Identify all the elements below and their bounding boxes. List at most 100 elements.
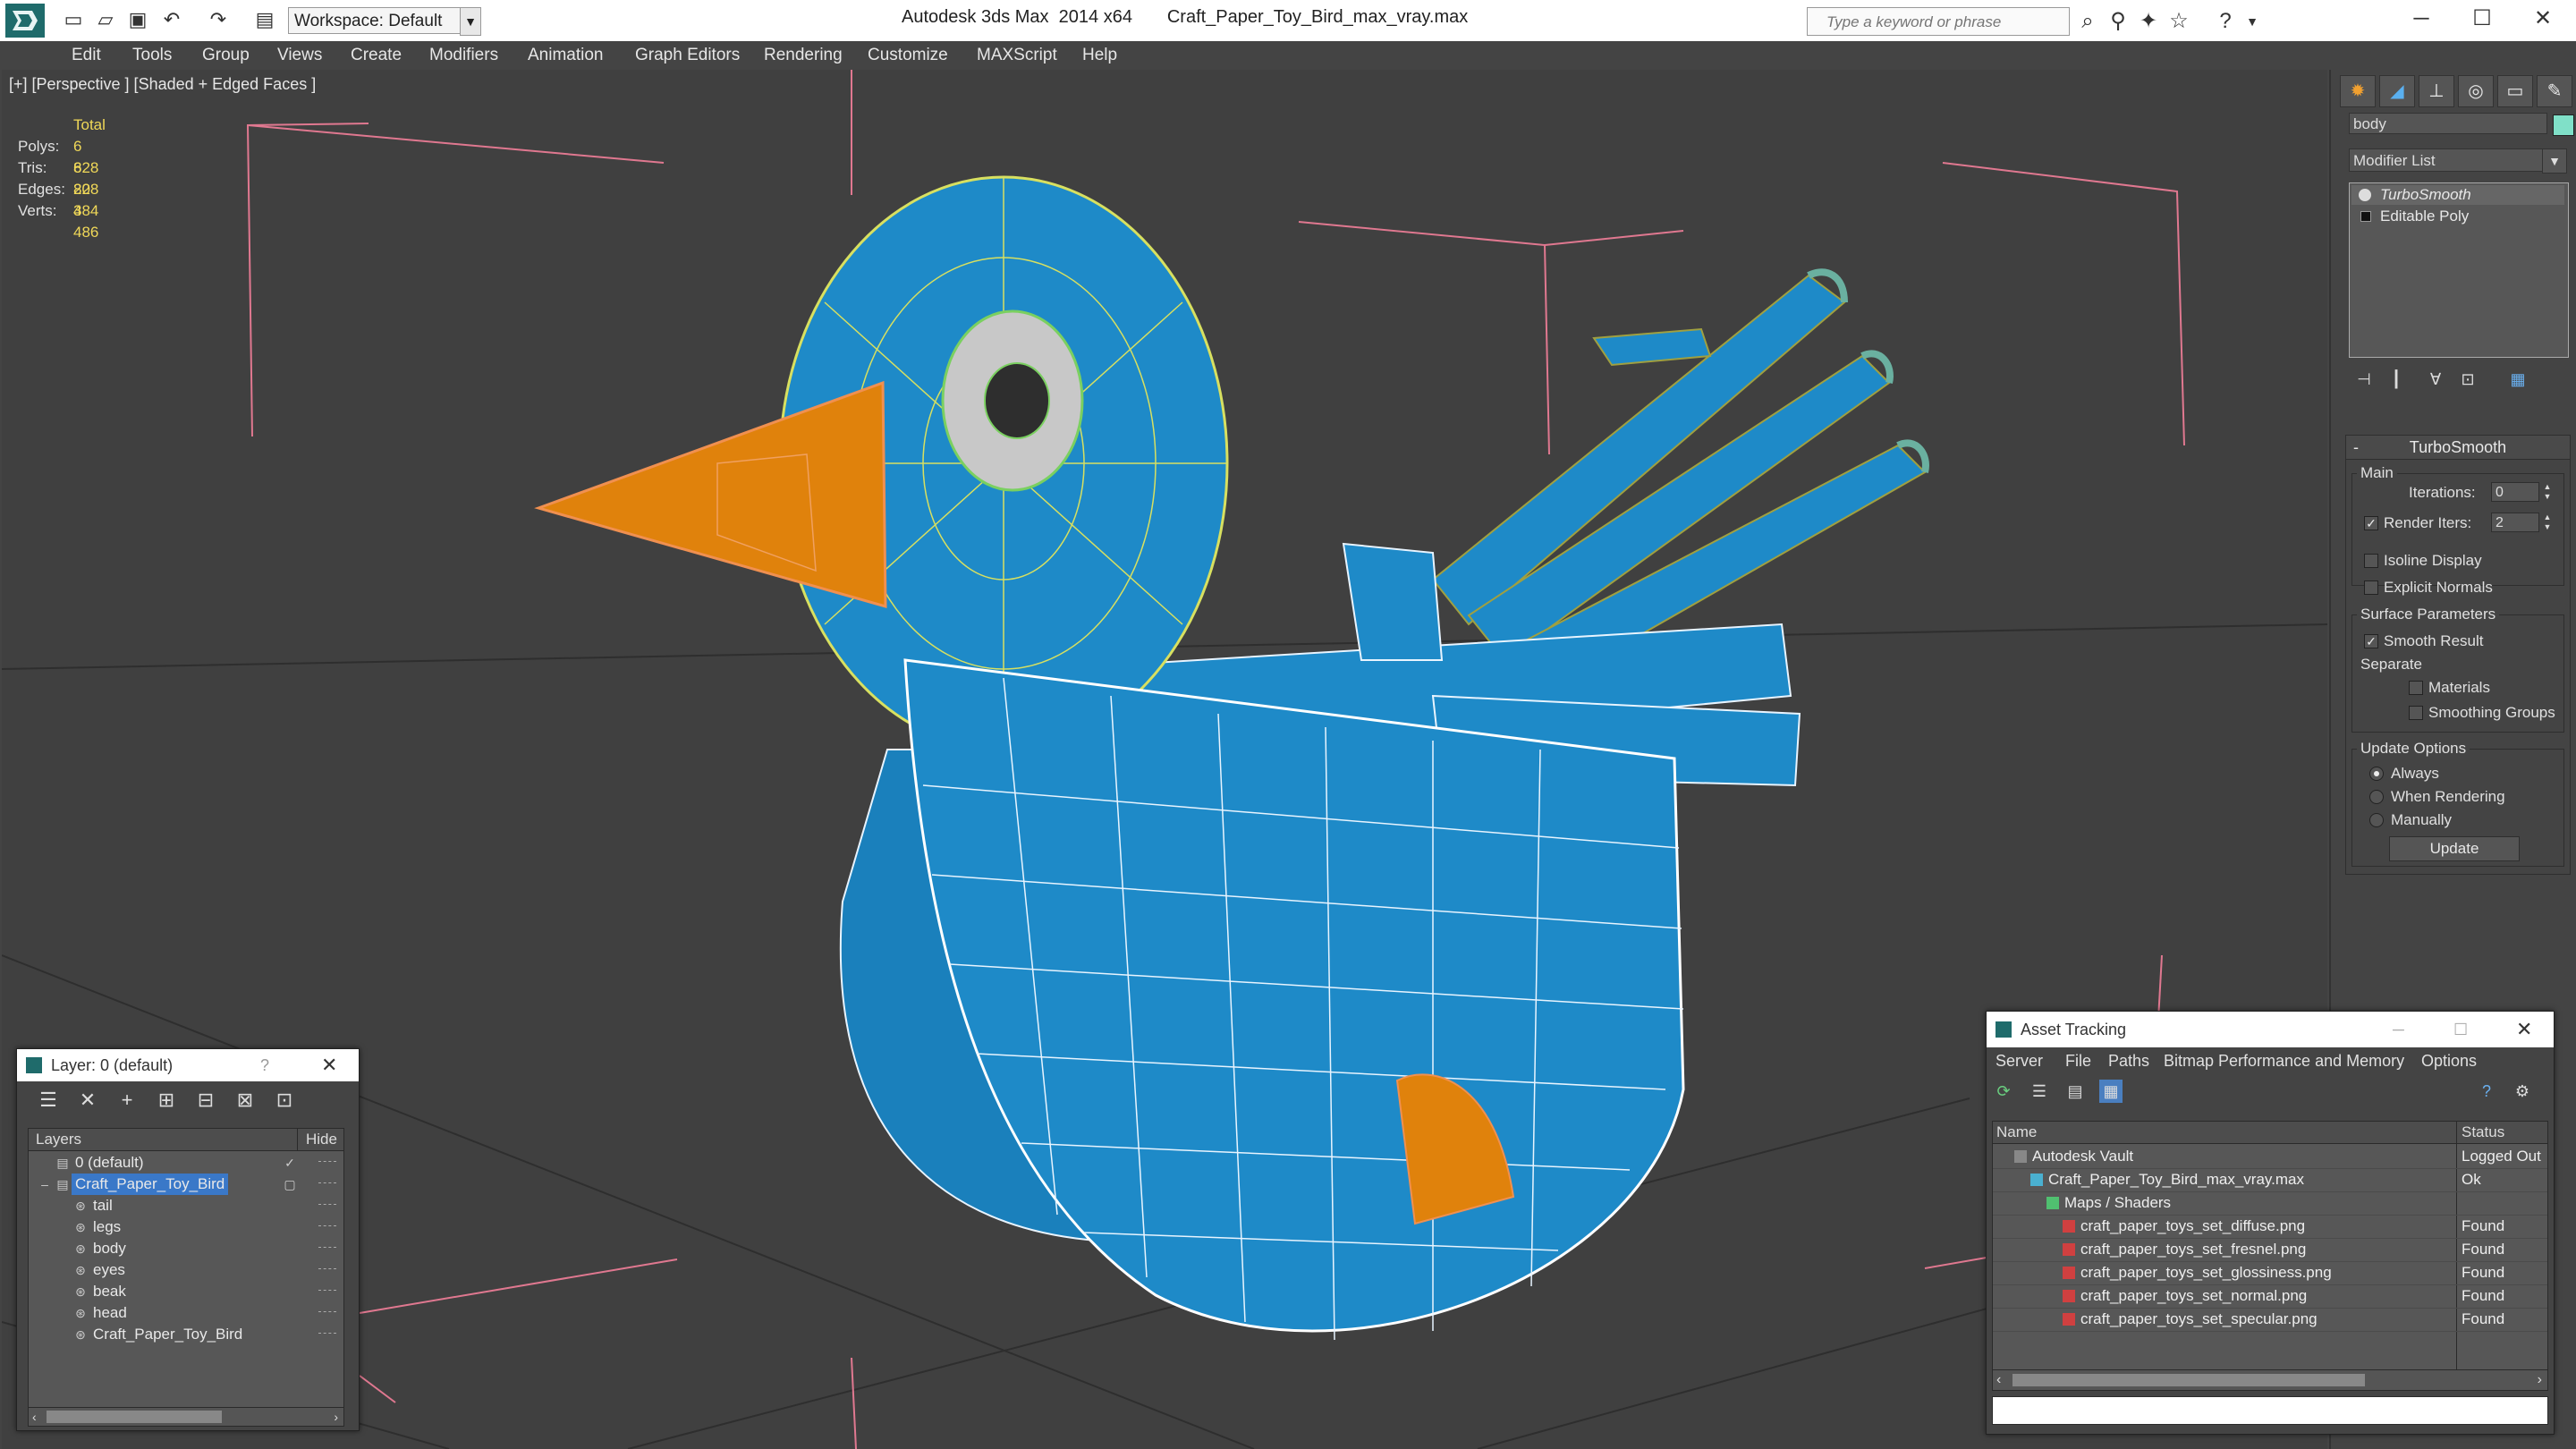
hierarchy-tab-icon[interactable]: ⊥ <box>2419 75 2454 107</box>
object-color-swatch[interactable] <box>2553 114 2574 136</box>
show-end-result-icon[interactable]: ┃ <box>2383 367 2410 392</box>
col-status[interactable]: Status <box>2462 1122 2504 1143</box>
scroll-left-icon[interactable]: ‹ <box>32 1408 37 1426</box>
scrollbar-thumb[interactable] <box>47 1411 222 1423</box>
scrollbar-thumb[interactable] <box>2012 1374 2365 1386</box>
minimize-icon[interactable]: ─ <box>2392 0 2451 38</box>
list-view-icon[interactable]: ☰ <box>2028 1080 2051 1103</box>
hide-all-icon[interactable]: ⊡ <box>271 1089 298 1112</box>
hide-toggle[interactable] <box>318 1268 336 1272</box>
menu-graph-editors[interactable]: Graph Editors <box>635 41 740 70</box>
pin-stack-icon[interactable]: ⊣ <box>2351 367 2377 392</box>
layer-row[interactable]: – ▤ Craft_Paper_Toy_Bird ▢ <box>29 1174 343 1195</box>
subscription-icon[interactable]: ⚲ <box>2106 9 2131 34</box>
motion-tab-icon[interactable]: ◎ <box>2458 75 2494 107</box>
chevron-down-icon[interactable]: ▼ <box>460 7 481 36</box>
layer-row[interactable]: ▤ 0 (default) ✓ <box>29 1152 343 1174</box>
iterations-spinner[interactable]: 0 <box>2491 482 2539 502</box>
asset-row[interactable]: Maps / Shaders <box>1993 1191 2547 1216</box>
hide-toggle[interactable] <box>318 1225 336 1229</box>
render-iters-spinner[interactable]: 2 <box>2491 513 2539 532</box>
materials-checkbox[interactable] <box>2409 681 2423 695</box>
layer-row[interactable]: ⊛ eyes <box>29 1259 343 1281</box>
isoline-display-checkbox[interactable] <box>2364 554 2378 568</box>
close-icon[interactable]: ✕ <box>2513 0 2572 38</box>
asset-row[interactable]: craft_paper_toys_set_diffuse.png Found <box>1993 1215 2547 1239</box>
hide-toggle[interactable] <box>318 1182 336 1186</box>
menu-file[interactable]: File <box>2065 1047 2091 1074</box>
menu-rendering[interactable]: Rendering <box>764 41 843 70</box>
hide-toggle[interactable] <box>318 1204 336 1208</box>
collapse-icon[interactable]: - <box>2353 436 2359 459</box>
minimize-icon[interactable]: ─ <box>2393 1012 2404 1047</box>
menu-create[interactable]: Create <box>351 41 402 70</box>
col-layers[interactable]: Layers <box>36 1129 81 1150</box>
create-tab-icon[interactable]: ✹ <box>2340 75 2376 107</box>
save-file-icon[interactable]: ▣ <box>127 8 148 30</box>
layer-row[interactable]: ⊛ tail <box>29 1195 343 1216</box>
help-icon[interactable]: ? <box>2475 1080 2498 1103</box>
maximize-icon[interactable]: ☐ <box>2453 0 2512 38</box>
display-tab-icon[interactable]: ▭ <box>2497 75 2533 107</box>
project-folder-icon[interactable]: ▤ <box>254 8 275 30</box>
update-button[interactable]: Update <box>2389 836 2520 861</box>
viewport-label[interactable]: [+] [Perspective ] [Shaded + Edged Faces… <box>9 75 316 94</box>
asset-row[interactable]: Craft_Paper_Toy_Bird_max_vray.max Ok <box>1993 1168 2547 1192</box>
table-view-icon[interactable]: ▦ <box>2099 1080 2123 1103</box>
menu-edit[interactable]: Edit <box>72 41 101 70</box>
spinner-arrows-icon[interactable]: ▲ ▼ <box>2541 513 2554 532</box>
asset-row[interactable]: craft_paper_toys_set_fresnel.png Found <box>1993 1238 2547 1262</box>
modifier-list-select[interactable]: Modifier List <box>2349 148 2560 172</box>
hide-toggle[interactable] <box>318 1333 336 1336</box>
menu-server[interactable]: Server <box>1996 1047 2043 1074</box>
add-layer-icon[interactable]: + <box>114 1089 140 1112</box>
menu-group[interactable]: Group <box>202 41 250 70</box>
when-rendering-radio[interactable] <box>2369 790 2384 804</box>
scroll-right-icon[interactable]: › <box>2538 1370 2542 1390</box>
menu-help[interactable]: Help <box>1082 41 1117 70</box>
layer-row[interactable]: ⊛ body <box>29 1238 343 1259</box>
utilities-tab-icon[interactable]: ✎ <box>2537 75 2572 107</box>
layer-row[interactable]: ⊛ legs <box>29 1216 343 1238</box>
menu-views[interactable]: Views <box>277 41 322 70</box>
refresh-icon[interactable]: ⟳ <box>1992 1080 2015 1103</box>
configure-modifier-sets-icon[interactable]: ▦ <box>2504 367 2531 392</box>
menu-paths[interactable]: Paths <box>2108 1047 2149 1074</box>
layer-window-titlebar[interactable]: Layer: 0 (default) ? ✕ <box>17 1049 359 1081</box>
new-file-icon[interactable]: ▭ <box>63 8 84 30</box>
asset-path-field[interactable] <box>1992 1396 2548 1425</box>
app-logo-icon[interactable] <box>5 4 45 38</box>
make-unique-icon[interactable]: ∀ <box>2422 367 2449 392</box>
rollout-title[interactable]: TurboSmooth <box>2346 436 2570 460</box>
search-input[interactable] <box>1825 9 2070 36</box>
help-icon[interactable]: ? <box>2213 9 2238 34</box>
stack-item-editable-poly[interactable]: Editable Poly <box>2351 207 2564 226</box>
close-icon[interactable]: ✕ <box>321 1049 337 1081</box>
current-layer-icon[interactable]: ▢ <box>283 1177 297 1191</box>
asset-row[interactable]: craft_paper_toys_set_normal.png Found <box>1993 1284 2547 1309</box>
always-radio[interactable] <box>2369 767 2384 781</box>
settings-icon[interactable]: ⚙ <box>2511 1080 2534 1103</box>
asset-window-titlebar[interactable]: Asset Tracking ─ ☐ ✕ <box>1987 1012 2554 1047</box>
manually-radio[interactable] <box>2369 813 2384 827</box>
lightbulb-icon[interactable] <box>2359 189 2371 201</box>
hide-toggle[interactable] <box>318 1161 336 1165</box>
menu-options[interactable]: Options <box>2421 1047 2477 1074</box>
smoothing-groups-checkbox[interactable] <box>2409 706 2423 720</box>
col-name[interactable]: Name <box>1996 1122 2037 1143</box>
chevron-down-icon[interactable]: ▼ <box>2542 148 2567 174</box>
menu-animation[interactable]: Animation <box>528 41 604 70</box>
workspace-select[interactable]: Workspace: Default <box>288 7 467 34</box>
select-objects-icon[interactable]: ⊟ <box>192 1089 219 1112</box>
asset-row[interactable]: craft_paper_toys_set_specular.png Found <box>1993 1308 2547 1332</box>
spinner-arrows-icon[interactable]: ▲ ▼ <box>2541 482 2554 502</box>
stack-item-turbosmooth[interactable]: TurboSmooth <box>2351 185 2564 205</box>
layer-row[interactable]: ⊛ beak <box>29 1281 343 1302</box>
delete-icon[interactable]: ✕ <box>74 1089 101 1112</box>
menu-bitmap-performance[interactable]: Bitmap Performance and Memory <box>2164 1047 2404 1074</box>
maximize-icon[interactable]: ☐ <box>2453 1012 2468 1047</box>
menu-tools[interactable]: Tools <box>132 41 172 70</box>
explicit-normals-checkbox[interactable] <box>2364 580 2378 595</box>
hide-toggle[interactable] <box>318 1290 336 1293</box>
menu-customize[interactable]: Customize <box>868 41 948 70</box>
